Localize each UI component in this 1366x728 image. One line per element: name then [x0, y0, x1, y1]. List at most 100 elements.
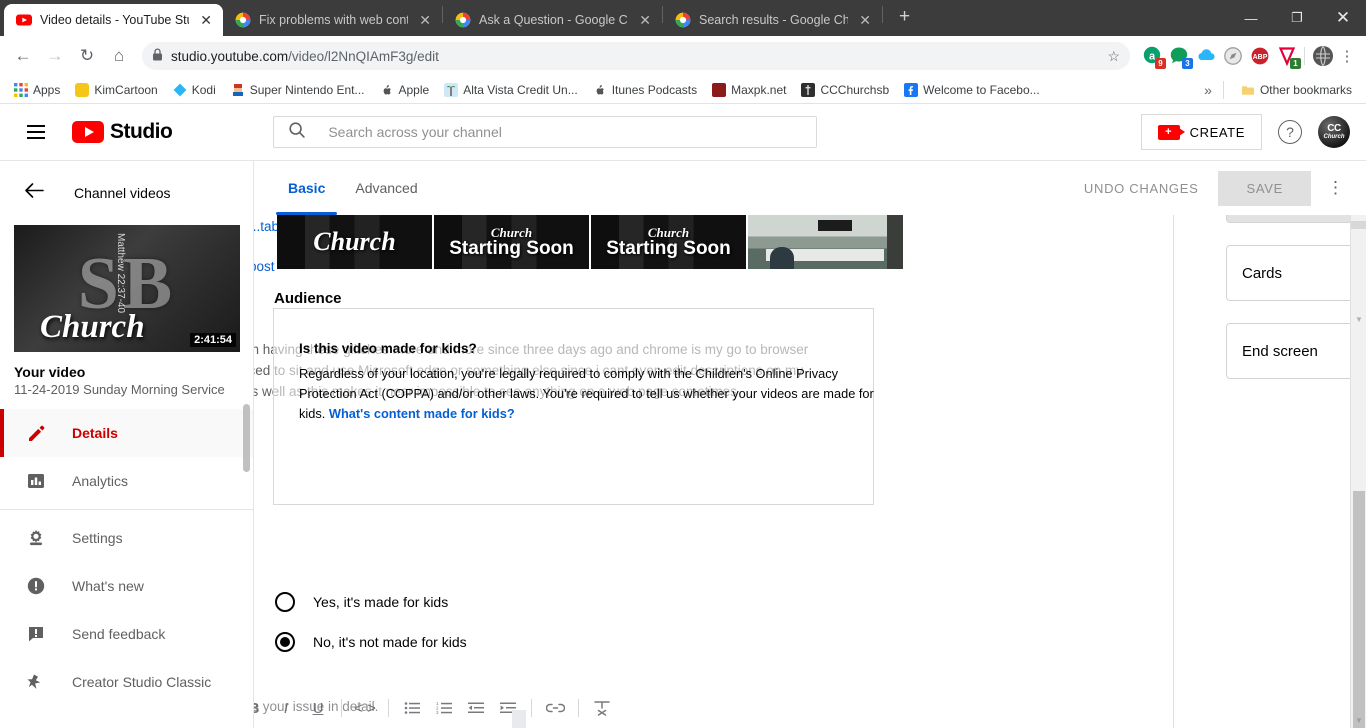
bookmarks-overflow-button[interactable]: » — [1204, 82, 1212, 98]
browser-tab-2[interactable]: Ask a Question - Google Chrome ✕ — [443, 4, 662, 36]
video-thumbnail[interactable]: SB Matthew 22:37-40 Church 2:41:54 — [14, 225, 240, 352]
bookmark-maxpk[interactable]: Maxpk.net — [706, 80, 792, 100]
bookmark-kimcartoon[interactable]: KimCartoon — [69, 80, 163, 100]
thumbnail-option-1[interactable]: Church — [277, 215, 432, 269]
search-input[interactable] — [328, 124, 803, 140]
scroll-inner-down-arrow[interactable]: ▼ — [1351, 311, 1366, 327]
window-close-icon[interactable]: ✕ — [1320, 8, 1366, 28]
abp-icon[interactable]: ABP — [1250, 46, 1270, 66]
thumbnail-caption-top: Church — [647, 224, 690, 240]
chrome-menu-button[interactable]: ⋮ — [1336, 47, 1358, 65]
maximize-icon[interactable]: ❐ — [1274, 10, 1320, 26]
hamburger-icon[interactable] — [16, 112, 56, 152]
radio-made-for-kids[interactable] — [275, 592, 295, 612]
radio-not-made-for-kids[interactable] — [275, 632, 295, 652]
audience-question: Is this video made for kids? — [299, 341, 477, 356]
extension-icons: a 9 3 ABP 1 — [1138, 46, 1301, 69]
cards-card[interactable]: Cards — [1226, 245, 1366, 301]
studio-header-right: + CREATE ? CC Church — [1140, 114, 1350, 150]
youtube-logo-icon — [72, 121, 104, 143]
sidebar-item-creator-studio-classic[interactable]: Creator Studio Classic — [0, 658, 253, 706]
bar-chart-icon — [24, 469, 48, 493]
close-icon[interactable]: ✕ — [636, 13, 654, 27]
ghost-scrollbar-chip — [512, 710, 526, 728]
create-button[interactable]: + CREATE — [1140, 114, 1262, 150]
adblock-a-icon[interactable]: a 9 — [1142, 46, 1166, 69]
bookmark-super-nintendo[interactable]: Super Nintendo Ent... — [225, 80, 371, 100]
close-icon[interactable]: ✕ — [856, 13, 874, 27]
close-icon[interactable]: ✕ — [197, 13, 215, 27]
profile-globe-icon[interactable] — [1312, 45, 1334, 67]
sidebar-item-settings[interactable]: Settings — [0, 514, 253, 562]
avast-shield-icon[interactable]: 1 — [1277, 46, 1301, 69]
feedback-icon — [24, 622, 48, 646]
browser-tab-0[interactable]: Video details - YouTube Studio ✕ — [4, 4, 223, 36]
browser-tab-3[interactable]: Search results - Google Chrome H ✕ — [663, 4, 882, 36]
italic-icon[interactable]: I — [271, 693, 301, 723]
help-icon[interactable]: ? — [1278, 120, 1302, 144]
home-button[interactable]: ⌂ — [104, 41, 134, 71]
page-scrollbar[interactable]: ▲ ▼ ▼ — [1350, 161, 1366, 728]
channel-search[interactable] — [273, 116, 818, 148]
address-bar[interactable]: studio.youtube.com/video/l2NnQIAmF3g/edi… — [142, 42, 1130, 70]
back-arrow-icon[interactable] — [24, 182, 44, 205]
undo-changes-button[interactable]: UNDO CHANGES — [1072, 172, 1211, 205]
sidebar-scrollbar-thumb[interactable] — [243, 404, 250, 472]
code-icon[interactable]: < > — [350, 693, 380, 723]
browser-tab-1[interactable]: Fix problems with web content - ✕ — [223, 4, 442, 36]
radio-yes-row[interactable]: Yes, it's made for kids — [275, 592, 448, 612]
svg-text:3: 3 — [436, 710, 439, 715]
more-options-icon[interactable]: ⋮ — [1319, 179, 1352, 196]
thumbnail-option-3[interactable]: Church Starting Soon — [591, 215, 746, 269]
sidebar-item-send-feedback[interactable]: Send feedback — [0, 610, 253, 658]
google-icon — [455, 12, 471, 28]
gear-icon — [24, 526, 48, 550]
thumbnail-option-2[interactable]: Church Starting Soon — [434, 215, 589, 269]
save-button[interactable]: SAVE — [1218, 170, 1311, 206]
bulleted-list-icon[interactable] — [397, 693, 427, 723]
sidebar-item-whats-new[interactable]: What's new — [0, 562, 253, 610]
bookmark-star-icon[interactable]: ☆ — [1107, 48, 1120, 65]
thumbnail-option-4[interactable] — [748, 215, 903, 269]
cloud-icon[interactable] — [1196, 46, 1216, 66]
numbered-list-icon[interactable]: 123 — [429, 693, 459, 723]
tab-advanced[interactable]: Advanced — [355, 161, 417, 215]
studio-brand[interactable]: Studio — [72, 120, 173, 144]
end-screen-card[interactable]: End screen — [1226, 323, 1366, 379]
tab-basic[interactable]: Basic — [275, 161, 338, 215]
back-button[interactable]: ← — [8, 41, 38, 71]
bookmark-alta-vista[interactable]: Alta Vista Credit Un... — [438, 80, 584, 100]
reload-button[interactable]: ↻ — [72, 41, 102, 71]
bookmark-apple[interactable]: Apple — [374, 80, 436, 100]
cards-label: Cards — [1242, 264, 1283, 282]
minimize-icon[interactable]: — — [1228, 11, 1274, 26]
content-made-for-kids-link[interactable]: What's content made for kids? — [329, 406, 515, 421]
bookmark-facebook[interactable]: Welcome to Facebo... — [898, 80, 1046, 100]
page-scrollbar-thumb[interactable] — [1353, 491, 1365, 728]
other-bookmarks-button[interactable]: Other bookmarks — [1235, 80, 1358, 100]
forward-button[interactable]: → — [40, 41, 70, 71]
outdent-icon[interactable] — [461, 693, 491, 723]
bookmark-label: Apple — [398, 82, 430, 97]
speech-bubble-icon[interactable]: 3 — [1169, 46, 1193, 69]
audience-heading: Audience — [274, 290, 342, 307]
inner-scrollbar-segment[interactable] — [1351, 221, 1366, 229]
studio-main: Basic Advanced UNDO CHANGES SAVE ⋮ ...ta… — [254, 161, 1366, 728]
bold-icon[interactable]: B — [254, 693, 269, 723]
compass-icon[interactable] — [1223, 46, 1243, 66]
radio-no-row[interactable]: No, it's not made for kids — [275, 632, 467, 652]
close-icon[interactable]: ✕ — [416, 13, 434, 27]
scroll-down-arrow[interactable]: ▼ — [1351, 712, 1366, 728]
clear-formatting-icon[interactable] — [587, 693, 617, 723]
underline-icon[interactable]: U — [303, 693, 333, 723]
link-icon[interactable] — [540, 693, 570, 723]
bookmark-kodi[interactable]: Kodi — [167, 80, 222, 100]
sidebar-item-details[interactable]: Details — [0, 409, 253, 457]
avatar[interactable]: CC Church — [1318, 116, 1350, 148]
new-tab-button[interactable]: + — [893, 5, 916, 28]
sidebar-item-analytics[interactable]: Analytics — [0, 457, 253, 505]
svg-text:ABP: ABP — [1253, 54, 1268, 61]
bookmark-itunes-podcasts[interactable]: Itunes Podcasts — [587, 80, 703, 100]
bookmark-ccchurchsb[interactable]: CCChurchsb — [795, 80, 895, 100]
bookmark-apps[interactable]: Apps — [8, 80, 66, 100]
